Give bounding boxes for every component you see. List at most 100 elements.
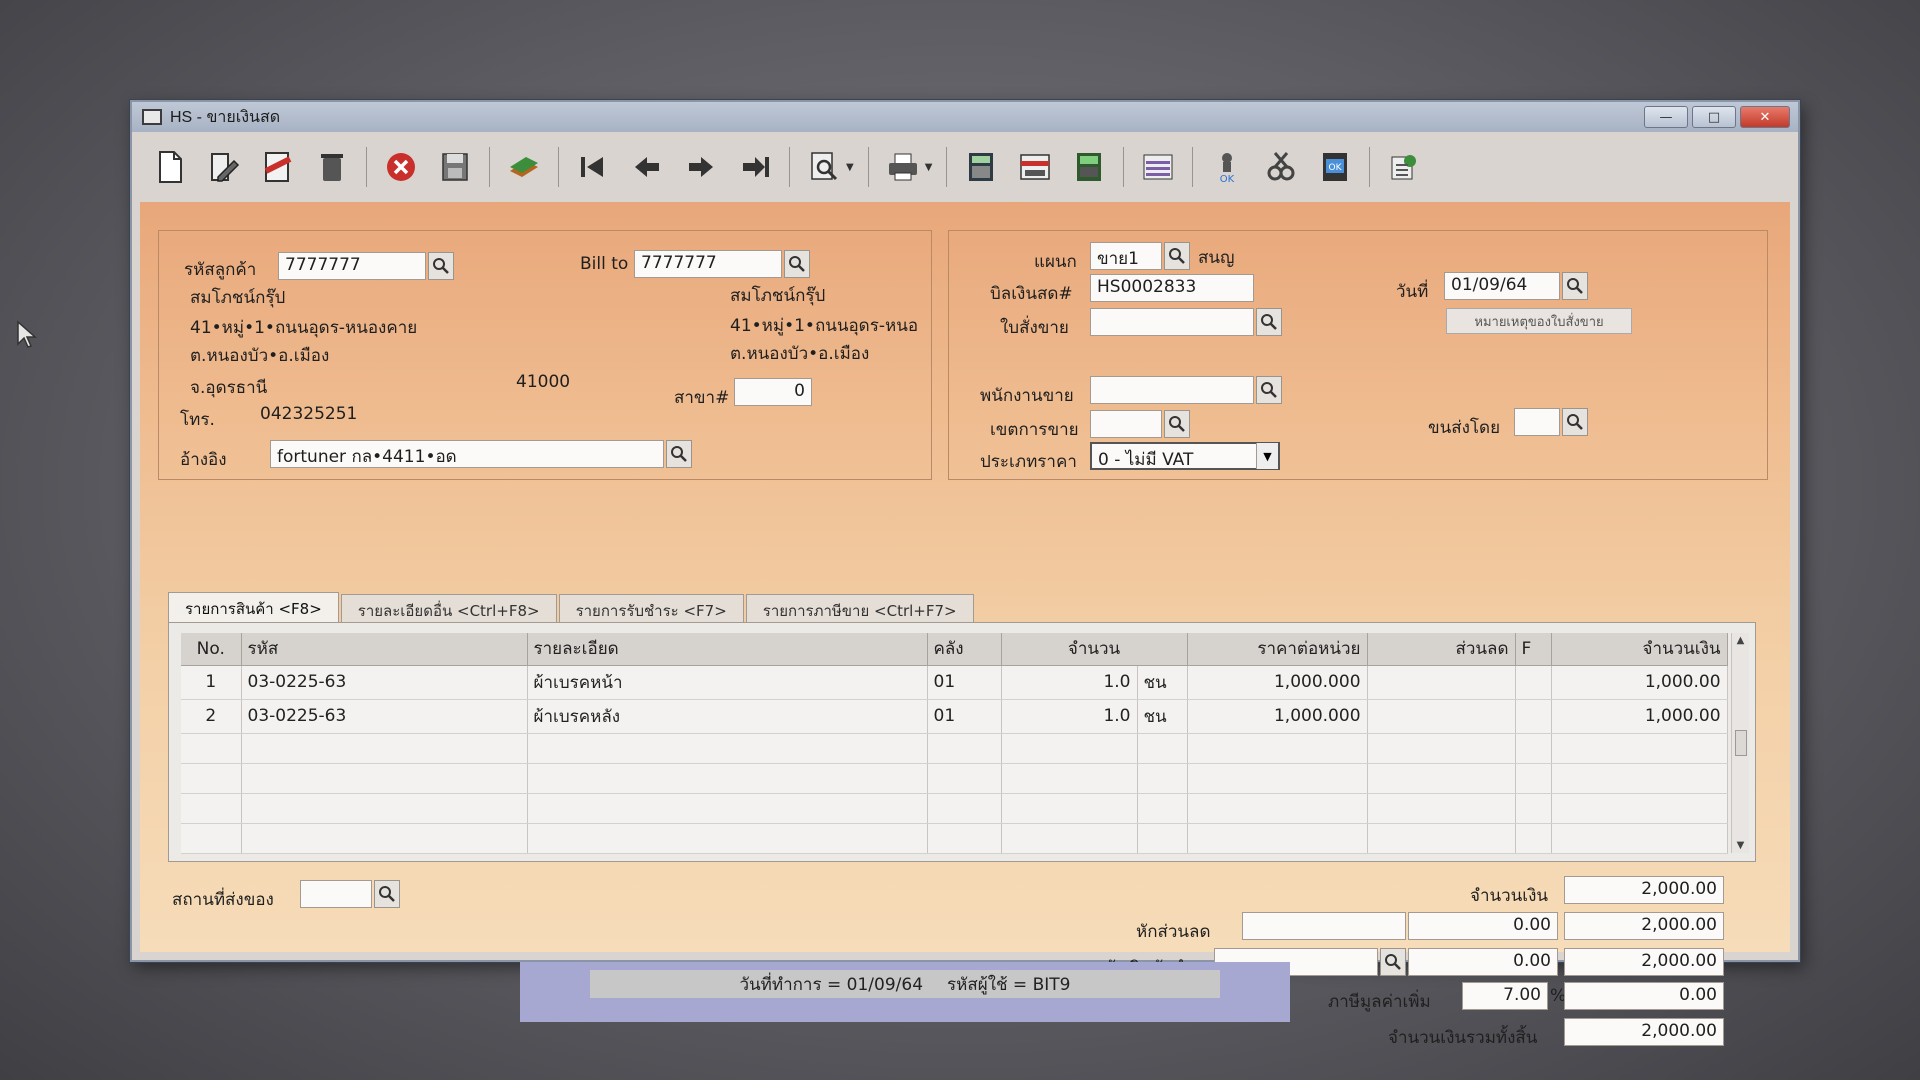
scroll-thumb[interactable] bbox=[1734, 730, 1747, 756]
scroll-up-icon[interactable]: ▲ bbox=[1737, 635, 1745, 646]
price-type-label: ประเภทราคา bbox=[980, 452, 1077, 472]
branch-field[interactable]: 0 bbox=[734, 378, 812, 406]
sales-area-label: เขตการขาย bbox=[990, 420, 1079, 440]
tab-items[interactable]: รายการสินค้า <F8> bbox=[168, 592, 339, 622]
print-icon[interactable] bbox=[883, 147, 923, 187]
vat-rate-field[interactable]: 7.00 bbox=[1462, 982, 1548, 1010]
row-description: ผ้าเบรคหน้า bbox=[527, 665, 928, 700]
minimize-button[interactable]: — bbox=[1644, 106, 1688, 128]
status-work-date: วันที่ทำการ = 01/09/64 bbox=[739, 974, 924, 995]
tool-icon[interactable] bbox=[1261, 147, 1301, 187]
find-icon[interactable] bbox=[804, 147, 844, 187]
chevron-down-icon[interactable]: ▼ bbox=[1256, 443, 1278, 469]
delete-icon[interactable] bbox=[312, 147, 352, 187]
bill-to-search-icon[interactable] bbox=[784, 250, 810, 278]
void-icon[interactable] bbox=[258, 147, 298, 187]
discount-text-field[interactable] bbox=[1242, 912, 1406, 940]
ship-by-search-icon[interactable] bbox=[1562, 408, 1588, 436]
customer-address-line2: ต.หนองบัว•อ.เมือง bbox=[190, 346, 330, 366]
customer-province: จ.อุดรธานี bbox=[190, 378, 268, 398]
col-code[interactable]: รหัส bbox=[241, 633, 528, 666]
table-row[interactable]: 2 03-0225-63 ผ้าเบรคหลัง 01 1.0 ชน 1,000… bbox=[181, 699, 1728, 734]
row-amount: 1,000.00 bbox=[1551, 699, 1728, 734]
toolbar: ▼ ▼ OK OK bbox=[140, 138, 1790, 196]
batch-icon[interactable] bbox=[504, 147, 544, 187]
ok-icon[interactable]: OK bbox=[1315, 147, 1355, 187]
sales-order-note-button[interactable]: หมายเหตุของใบสั่งขาย bbox=[1446, 308, 1632, 334]
amount-field: 2,000.00 bbox=[1564, 876, 1724, 904]
ship-by-field[interactable] bbox=[1514, 408, 1560, 436]
find-dropdown-icon[interactable]: ▼ bbox=[846, 162, 854, 173]
col-amount[interactable]: จำนวนเงิน bbox=[1551, 633, 1728, 666]
export-icon[interactable] bbox=[1384, 147, 1424, 187]
card-icon[interactable] bbox=[1015, 147, 1055, 187]
department-search-icon[interactable] bbox=[1164, 242, 1190, 270]
status-user-code: รหัสผู้ใช้ = BIT9 bbox=[947, 974, 1071, 995]
table-row[interactable]: 1 03-0225-63 ผ้าเบรคหน้า 01 1.0 ชน 1,000… bbox=[181, 665, 1728, 700]
date-picker-icon[interactable] bbox=[1562, 272, 1588, 300]
first-icon[interactable] bbox=[573, 147, 613, 187]
reference-field[interactable]: fortuner กล•4411•อด bbox=[270, 440, 664, 468]
empty-row[interactable] bbox=[181, 733, 1728, 764]
deposit-value-field[interactable]: 0.00 bbox=[1408, 948, 1558, 976]
ship-place-field[interactable] bbox=[300, 880, 372, 908]
tab-payments[interactable]: รายการรับชำระ <F7> bbox=[558, 594, 744, 622]
toolbar-separator bbox=[489, 147, 490, 187]
row-unit-price: 1,000.000 bbox=[1187, 699, 1368, 734]
customer-code-field[interactable]: 7777777 bbox=[278, 252, 426, 280]
sales-order-field[interactable] bbox=[1090, 308, 1254, 336]
scroll-down-icon[interactable]: ▼ bbox=[1737, 840, 1745, 851]
salesman-field[interactable] bbox=[1090, 376, 1254, 404]
maximize-button[interactable]: □ bbox=[1692, 106, 1736, 128]
col-unit-price[interactable]: ราคาต่อหน่วย bbox=[1187, 633, 1368, 666]
grid-scrollbar[interactable]: ▲ ▼ bbox=[1731, 633, 1749, 853]
new-doc-icon[interactable] bbox=[150, 147, 190, 187]
col-warehouse[interactable]: คลัง bbox=[927, 633, 1002, 666]
sales-order-search-icon[interactable] bbox=[1256, 308, 1282, 336]
col-f[interactable]: F bbox=[1515, 633, 1552, 666]
empty-row[interactable] bbox=[181, 763, 1728, 794]
ship-place-search-icon[interactable] bbox=[374, 880, 400, 908]
col-description[interactable]: รายละเอียด bbox=[527, 633, 928, 666]
empty-row[interactable] bbox=[181, 823, 1728, 854]
deposit-search-icon[interactable] bbox=[1380, 948, 1406, 976]
print-dropdown-icon[interactable]: ▼ bbox=[925, 162, 933, 173]
discount-value-field[interactable]: 0.00 bbox=[1408, 912, 1558, 940]
approve-icon[interactable]: OK bbox=[1207, 147, 1247, 187]
col-no[interactable]: No. bbox=[181, 633, 242, 666]
report-icon[interactable] bbox=[1138, 147, 1178, 187]
salesman-search-icon[interactable] bbox=[1256, 376, 1282, 404]
items-grid[interactable]: No. รหัส รายละเอียด คลัง จำนวน ราคาต่อหน… bbox=[168, 622, 1756, 862]
bill-to-field[interactable]: 7777777 bbox=[634, 250, 782, 278]
sales-area-field[interactable] bbox=[1090, 410, 1162, 438]
department-field[interactable]: ขาย1 bbox=[1090, 242, 1162, 270]
edit-icon[interactable] bbox=[204, 147, 244, 187]
price-type-select[interactable]: 0 - ไม่มี VAT bbox=[1090, 442, 1280, 470]
bill-number-field[interactable]: HS0002833 bbox=[1090, 274, 1254, 302]
tab-other-details[interactable]: รายละเอียดอื่น <Ctrl+F8> bbox=[340, 594, 557, 622]
salesman-label: พนักงานขาย bbox=[980, 386, 1074, 406]
col-quantity[interactable]: จำนวน bbox=[1001, 633, 1188, 666]
department-name: สนญ bbox=[1198, 248, 1235, 268]
save-icon[interactable] bbox=[435, 147, 475, 187]
vo-icon[interactable] bbox=[1069, 147, 1109, 187]
prev-icon[interactable] bbox=[627, 147, 667, 187]
col-discount[interactable]: ส่วนลด bbox=[1367, 633, 1516, 666]
cancel-icon[interactable] bbox=[381, 147, 421, 187]
row-quantity: 1.0 bbox=[1001, 665, 1138, 700]
customer-name: สมโภชน์กรุ๊ป bbox=[190, 288, 286, 308]
date-field[interactable]: 01/09/64 bbox=[1444, 272, 1560, 300]
sales-area-search-icon[interactable] bbox=[1164, 410, 1190, 438]
bill-to-label: Bill to bbox=[580, 254, 629, 274]
sales-order-label: ใบสั่งขาย bbox=[1000, 318, 1069, 338]
calc-icon[interactable] bbox=[961, 147, 1001, 187]
vat-amount-field: 0.00 bbox=[1564, 982, 1724, 1010]
toolbar-separator bbox=[1192, 147, 1194, 187]
empty-row[interactable] bbox=[181, 793, 1728, 824]
last-icon[interactable] bbox=[735, 147, 775, 187]
next-icon[interactable] bbox=[681, 147, 721, 187]
tab-sales-tax[interactable]: รายการภาษีขาย <Ctrl+F7> bbox=[745, 594, 974, 622]
customer-search-icon[interactable] bbox=[428, 252, 454, 280]
close-button[interactable]: ✕ bbox=[1740, 106, 1790, 128]
reference-search-icon[interactable] bbox=[666, 440, 692, 468]
